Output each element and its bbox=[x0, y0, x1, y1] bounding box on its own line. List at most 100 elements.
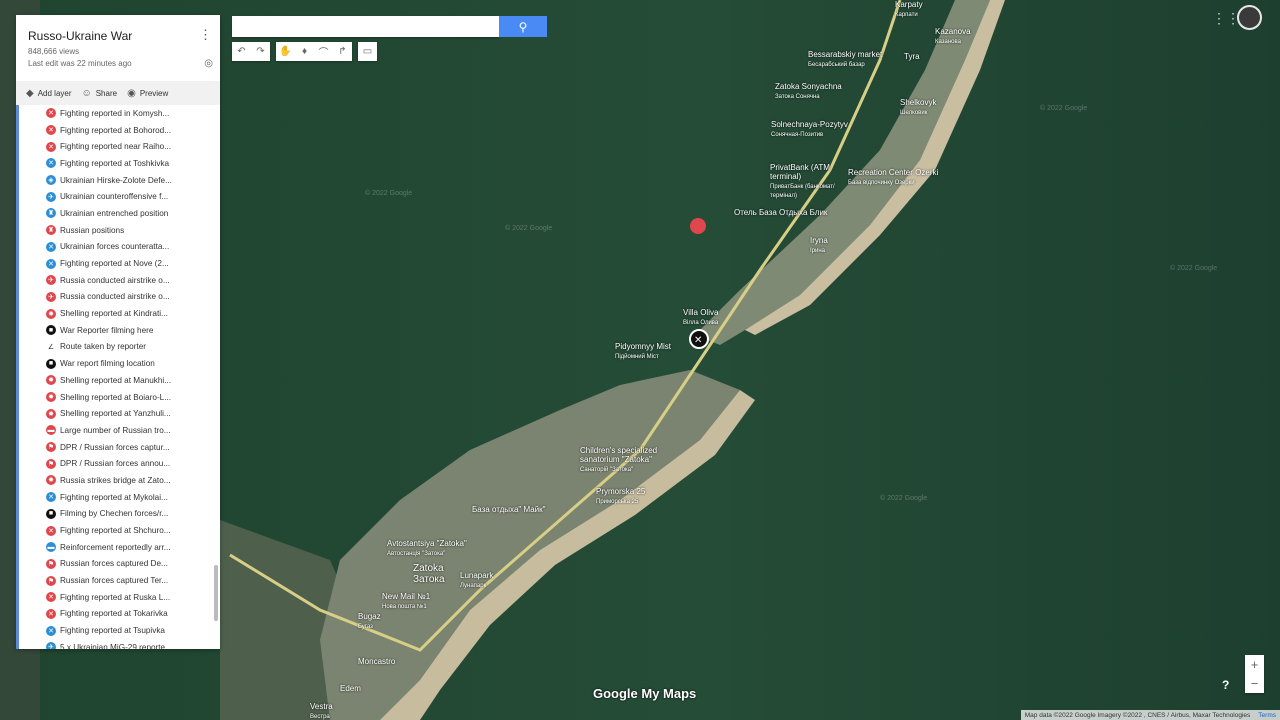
imagery-watermark: © 2022 Google bbox=[1040, 105, 1088, 112]
search-button[interactable]: ⚲ bbox=[499, 16, 547, 37]
list-item[interactable]: ∠ Route taken by reporter bbox=[19, 339, 220, 356]
help-icon[interactable]: ? bbox=[1222, 678, 1229, 692]
imagery-watermark: © 2022 Google bbox=[365, 190, 413, 197]
list-item[interactable]: ⚑ Russian forces captured Ter... bbox=[19, 572, 220, 589]
list-item[interactable]: ✈ Russia conducted airstrike o... bbox=[19, 272, 220, 289]
map-label[interactable]: Bessarabskiy market Бесарабський базар bbox=[808, 50, 882, 68]
layer-marker-icon: ▬ bbox=[46, 425, 56, 436]
list-item[interactable]: ◈ Ukrainian Hirske-Zolote Defe... bbox=[19, 172, 220, 189]
map-label[interactable]: New Mail №1 Нова пошта №1 bbox=[382, 592, 430, 610]
apps-grid-icon[interactable]: ⋮⋮ bbox=[1212, 10, 1240, 27]
map-label[interactable]: Отель База Отдыха Блик bbox=[734, 208, 827, 217]
list-item[interactable]: ■ Filming by Chechen forces/r... bbox=[19, 506, 220, 523]
map-label[interactable]: Vestra Вестра bbox=[310, 702, 333, 720]
visibility-icon[interactable]: ◎ bbox=[204, 58, 213, 69]
map-label[interactable]: Recreation Center Ozerki База відпочинку … bbox=[848, 168, 938, 186]
list-item[interactable]: ✕ Fighting reported at Ruska L... bbox=[19, 589, 220, 606]
list-item[interactable]: ✸ Shelling reported at Boiaro-L... bbox=[19, 389, 220, 406]
draw-line-icon[interactable]: ⌒ bbox=[314, 42, 333, 61]
map-label[interactable]: Iryna Ірина bbox=[810, 236, 828, 254]
ruler-icon[interactable]: ▭ bbox=[358, 42, 377, 61]
list-item[interactable]: ✕ Fighting reported near Raiho... bbox=[19, 138, 220, 155]
map-label[interactable]: Zatoka Затока bbox=[413, 563, 445, 585]
list-item[interactable]: ♜ Ukrainian entrenched position bbox=[19, 205, 220, 222]
list-item[interactable]: ✈ 5 x Ukrainian MiG-29 reporte... bbox=[19, 639, 220, 649]
avatar[interactable] bbox=[1237, 5, 1262, 30]
list-item-label: Fighting reported at Ruska L... bbox=[60, 592, 171, 602]
map-label[interactable]: Karpaty Карпати bbox=[895, 0, 923, 18]
directions-icon[interactable]: ↱ bbox=[333, 42, 352, 61]
zoom-in-button[interactable]: + bbox=[1245, 655, 1264, 674]
map-label[interactable]: Avtostantsiya "Zatoka" Автостанція "Заток… bbox=[387, 539, 467, 557]
zoom-out-button[interactable]: − bbox=[1245, 674, 1264, 693]
layer-marker-icon: ✕ bbox=[46, 141, 56, 152]
layer-marker-icon: ■ bbox=[46, 325, 56, 336]
last-edit-text: Last edit was 22 minutes ago bbox=[28, 59, 132, 68]
map-label[interactable]: Tyra bbox=[904, 52, 920, 61]
list-item-label: Ukrainian counteroffensive f... bbox=[60, 192, 169, 202]
map-attribution: Map data ©2022 Google Imagery ©2022 , CN… bbox=[1020, 710, 1280, 720]
panel-scrollbar[interactable] bbox=[214, 565, 218, 621]
list-item[interactable]: ✕ Fighting reported at Tsupivka bbox=[19, 622, 220, 639]
more-options-icon[interactable]: ⋮ bbox=[199, 27, 212, 43]
list-item[interactable]: ✕ Fighting reported at Bohorod... bbox=[19, 122, 220, 139]
map-label[interactable]: Solnechnaya-Pozytyv Сонячная-Позитив bbox=[771, 120, 848, 138]
list-item[interactable]: ✈ Ukrainian counteroffensive f... bbox=[19, 188, 220, 205]
list-item-label: Russian forces captured Ter... bbox=[60, 576, 169, 586]
map-label[interactable]: Prymorska 25 Приморська 25 bbox=[596, 487, 645, 505]
list-item[interactable]: ⚑ DPR / Russian forces captur... bbox=[19, 439, 220, 456]
map-label[interactable]: Zatoka Sonyachna Затока Сонячна bbox=[775, 82, 842, 100]
marker-pin[interactable] bbox=[690, 218, 706, 234]
list-item[interactable]: ♜ Russian positions bbox=[19, 222, 220, 239]
google-my-maps-logo: Google My Maps bbox=[593, 686, 697, 701]
map-label[interactable]: PrivatBank (ATM terminal) ПриватБанк (бан… bbox=[770, 163, 850, 199]
map-title[interactable]: Russo-Ukraine War bbox=[28, 29, 132, 43]
list-item[interactable]: ✕ Fighting reported at Nove (2... bbox=[19, 255, 220, 272]
map-label[interactable]: Moncastro bbox=[358, 657, 395, 666]
map-label[interactable]: Pidyomnyy Mist Підйомний Міст bbox=[615, 342, 671, 360]
list-item[interactable]: ✕ Ukrainian forces counteratta... bbox=[19, 239, 220, 256]
list-item[interactable]: ✕ Fighting reported at Mykolai... bbox=[19, 489, 220, 506]
marker-icon[interactable]: ♦ bbox=[295, 42, 314, 61]
list-item[interactable]: ✈ Russia conducted airstrike o... bbox=[19, 289, 220, 306]
list-item[interactable]: ✕ Fighting reported at Toshkivka bbox=[19, 155, 220, 172]
preview-button[interactable]: ◉ Preview bbox=[127, 88, 168, 99]
map-label[interactable]: Kazanova Казанова bbox=[935, 27, 971, 45]
list-item[interactable]: ✸ Russia strikes bridge at Zato... bbox=[19, 472, 220, 489]
list-item[interactable]: ▬ Large number of Russian tro... bbox=[19, 422, 220, 439]
search-input[interactable] bbox=[232, 16, 499, 37]
list-item-label: Fighting reported at Toshkivka bbox=[60, 158, 170, 168]
list-item[interactable]: ✕ Fighting reported at Tokarivka bbox=[19, 606, 220, 623]
redo-icon[interactable]: ↷ bbox=[251, 42, 270, 61]
layer-marker-icon: ◈ bbox=[46, 175, 56, 186]
imagery-watermark: © 2022 Google bbox=[880, 495, 928, 502]
list-item[interactable]: ⚑ Russian forces captured De... bbox=[19, 556, 220, 573]
list-item[interactable]: ■ War report filming location bbox=[19, 355, 220, 372]
undo-icon[interactable]: ↶ bbox=[232, 42, 251, 61]
map-label[interactable]: Villa Oliva Вілла Олива bbox=[683, 308, 718, 326]
list-item[interactable]: ✕ Fighting reported at Shchuro... bbox=[19, 522, 220, 539]
map-label[interactable]: Bugaz Бугаз bbox=[358, 612, 381, 630]
list-item[interactable]: ▬ Reinforcement reportedly arr... bbox=[19, 539, 220, 556]
share-button[interactable]: ☺ Share bbox=[82, 88, 118, 99]
map-label[interactable]: Shelkovyk Шелковик bbox=[900, 98, 936, 116]
add-layer-button[interactable]: ◆ Add layer bbox=[26, 88, 72, 99]
list-item-label: Ukrainian Hirske-Zolote Defe... bbox=[60, 175, 172, 185]
list-item[interactable]: ✸ Shelling reported at Manukhi... bbox=[19, 372, 220, 389]
layer-marker-icon: ✕ bbox=[46, 608, 56, 619]
list-item[interactable]: ✕ Fighting reported in Komysh... bbox=[19, 105, 220, 122]
list-item[interactable]: ■ War Reporter filming here bbox=[19, 322, 220, 339]
hand-icon[interactable]: ✋ bbox=[276, 42, 295, 61]
terms-link[interactable]: Terms bbox=[1258, 712, 1276, 719]
list-item[interactable]: ⚑ DPR / Russian forces annou... bbox=[19, 455, 220, 472]
list-item[interactable]: ✸ Shelling reported at Kindrati... bbox=[19, 305, 220, 322]
list-item[interactable]: ✸ Shelling reported at Yanzhuli... bbox=[19, 405, 220, 422]
list-item-label: Ukrainian forces counteratta... bbox=[60, 242, 170, 252]
list-item-label: Large number of Russian tro... bbox=[60, 425, 171, 435]
map-label[interactable]: Edem bbox=[340, 684, 361, 693]
map-label[interactable]: Children's specialized sanatorium "Zatok… bbox=[580, 446, 680, 473]
map-label[interactable]: База отдыха" Майк" bbox=[472, 505, 545, 514]
list-item-label: Ukrainian entrenched position bbox=[60, 208, 169, 218]
list-item-label: Fighting reported at Mykolai... bbox=[60, 492, 168, 502]
map-label[interactable]: Lunapark Лунапарк bbox=[460, 571, 493, 589]
